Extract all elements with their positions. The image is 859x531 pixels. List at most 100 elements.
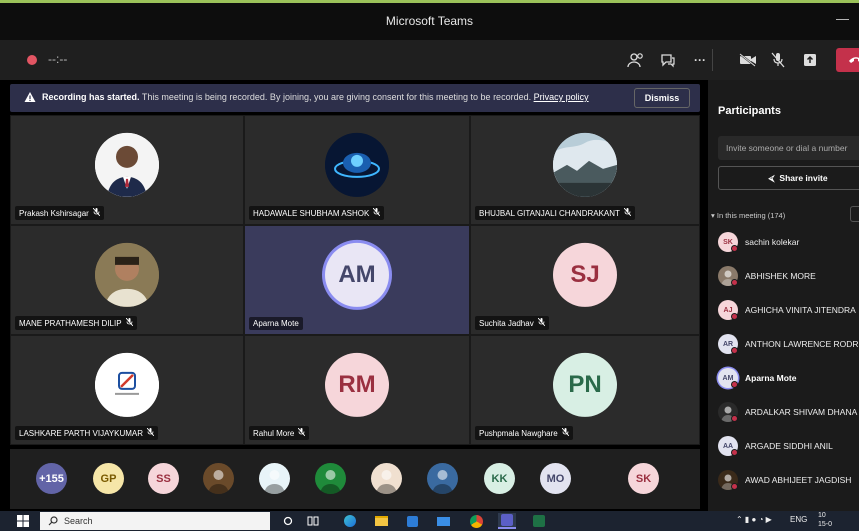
status-dot-icon <box>731 279 738 286</box>
participant-name: Pushpmala Nawghare <box>479 429 558 438</box>
participant-name-label: Rahul More <box>249 426 310 440</box>
participant-tile[interactable]: LASHKARE PARTH VIJAYKUMAR <box>10 335 244 445</box>
input-language[interactable]: ENG <box>790 515 807 524</box>
participant-name-label: Suchita Jadhav <box>475 316 549 330</box>
clock-time: 10 <box>818 512 826 519</box>
participant-name: Aparna Mote <box>253 319 299 328</box>
participant-list-name: ARDALKAR SHIVAM DHANA <box>745 407 858 417</box>
share-content-button[interactable] <box>798 48 822 72</box>
overflow-participant-avatar[interactable]: SK <box>628 463 659 494</box>
overflow-participant-avatar[interactable] <box>259 463 290 494</box>
overflow-participant-avatar[interactable]: +155 <box>36 463 67 494</box>
participant-list-item[interactable]: ABHISHEK MORE <box>718 266 859 286</box>
participant-list-item[interactable]: AM Aparna Mote <box>718 368 859 388</box>
dismiss-button[interactable]: Dismiss <box>634 88 690 108</box>
avatar-initials: RM <box>338 370 376 398</box>
show-participants-button[interactable] <box>624 48 648 72</box>
cortana-button[interactable] <box>281 513 295 529</box>
window-title: Microsoft Teams <box>385 14 474 28</box>
overflow-avatar-label: SS <box>156 472 171 485</box>
in-meeting-action-button[interactable] <box>850 206 859 222</box>
store-icon <box>406 515 418 527</box>
participant-tile[interactable]: BHUJBAL GITANJALI CHANDRAKANT <box>470 115 700 225</box>
participant-list-item[interactable]: AR ANTHON LAWRENCE RODR <box>718 334 859 354</box>
person-photo-icon <box>95 132 159 197</box>
recording-banner: Recording has started. This meeting is b… <box>10 84 700 112</box>
overflow-participant-avatar[interactable]: KK <box>484 463 515 494</box>
participant-tile[interactable]: MANE PRATHAMESH DILIP <box>10 225 244 335</box>
chrome-button[interactable] <box>468 513 484 529</box>
participant-list-initials: AR <box>722 340 734 348</box>
mic-toggle-button[interactable] <box>766 48 790 72</box>
muted-mic-icon <box>537 318 545 326</box>
overflow-participant-avatar[interactable] <box>427 463 458 494</box>
participant-list-item[interactable]: ARDALKAR SHIVAM DHANA <box>718 402 859 422</box>
task-view-icon <box>307 516 319 526</box>
status-dot-icon <box>731 245 738 252</box>
meeting-timer: --:-- <box>48 52 68 66</box>
excel-button[interactable] <box>530 513 548 529</box>
participant-name-label: Prakash Kshirsagar <box>15 206 104 220</box>
participant-tile[interactable]: SJ Suchita Jadhav <box>470 225 700 335</box>
participant-list-initials: AJ <box>723 306 733 314</box>
overflow-participant-avatar[interactable] <box>203 463 234 494</box>
participant-name: Rahul More <box>253 429 295 438</box>
status-dot-icon <box>731 313 738 320</box>
camera-off-icon <box>739 53 756 67</box>
taskbar-search-text: Search <box>64 516 93 526</box>
start-button[interactable] <box>16 513 30 529</box>
mail-button[interactable] <box>436 513 450 529</box>
participant-list-name: Aparna Mote <box>745 373 797 383</box>
avatar-initials: PN <box>568 370 602 398</box>
participant-avatar <box>95 352 159 417</box>
participant-tile[interactable]: AM Aparna Mote <box>244 225 470 335</box>
participant-list-item[interactable]: AJ AGHICHA VINITA JITENDRA <box>718 300 859 320</box>
participant-tile[interactable]: HADAWALE SHUBHAM ASHOK <box>244 115 470 225</box>
minimize-button[interactable]: — <box>836 11 849 26</box>
edge-app-button[interactable] <box>343 513 357 529</box>
share-invite-button[interactable]: ⮘ Share invite <box>718 166 859 190</box>
participant-tile[interactable]: Prakash Kshirsagar <box>10 115 244 225</box>
leave-call-button[interactable] <box>836 48 859 72</box>
overflow-participant-avatar[interactable] <box>315 463 346 494</box>
muted-mic-icon <box>147 428 155 436</box>
tray-icons[interactable]: ⌃ ▮ ● ◔ ▶ <box>736 515 772 524</box>
overflow-participant-avatar[interactable] <box>371 463 402 494</box>
participant-name: Prakash Kshirsagar <box>19 209 89 218</box>
recording-message-text: This meeting is being recorded. By joini… <box>139 92 534 102</box>
selfie-photo-icon <box>95 242 159 307</box>
participant-list-item[interactable]: SK sachin kolekar <box>718 232 859 252</box>
search-icon <box>48 516 58 526</box>
clock[interactable]: 10 15-0 <box>818 511 832 529</box>
participant-list-name: ARGADE SIDDHI ANIL <box>745 441 833 451</box>
cortana-icon <box>283 516 293 526</box>
overflow-participant-avatar[interactable]: MO <box>540 463 571 494</box>
meeting-control-bar: --:-- ··· <box>0 40 859 80</box>
overflow-avatar-label: SK <box>635 472 652 485</box>
participant-name-label: Aparna Mote <box>249 317 303 330</box>
muted-mic-icon <box>623 208 631 216</box>
muted-mic-icon <box>125 318 133 326</box>
participant-list-item[interactable]: AWAD ABHIJEET JAGDISH <box>718 470 859 490</box>
store-button[interactable] <box>405 513 419 529</box>
task-view-button[interactable] <box>306 513 320 529</box>
participant-tile[interactable]: RM Rahul More <box>244 335 470 445</box>
participant-list-item[interactable]: AA ARGADE SIDDHI ANIL <box>718 436 859 456</box>
warning-icon <box>24 92 36 102</box>
show-conversation-button[interactable] <box>656 48 680 72</box>
participant-tile[interactable]: PN Pushpmala Nawghare <box>470 335 700 445</box>
overflow-participant-avatar[interactable]: SS <box>148 463 179 494</box>
camera-toggle-button[interactable] <box>736 48 760 72</box>
invite-input[interactable]: Invite someone or dial a number <box>718 136 859 160</box>
hang-up-icon <box>849 57 859 63</box>
file-explorer-button[interactable] <box>374 513 388 529</box>
in-meeting-header[interactable]: ▾ In this meeting (174) <box>711 211 785 220</box>
more-actions-button[interactable]: ··· <box>688 48 712 72</box>
participant-name: BHUJBAL GITANJALI CHANDRAKANT <box>479 209 620 218</box>
participant-name-label: HADAWALE SHUBHAM ASHOK <box>249 206 385 220</box>
taskbar-search-input[interactable]: Search <box>40 512 270 530</box>
privacy-policy-link[interactable]: Privacy policy <box>534 92 589 102</box>
overflow-participant-avatar[interactable]: GP <box>93 463 124 494</box>
teams-button[interactable] <box>498 513 516 529</box>
edge-icon <box>344 515 356 527</box>
